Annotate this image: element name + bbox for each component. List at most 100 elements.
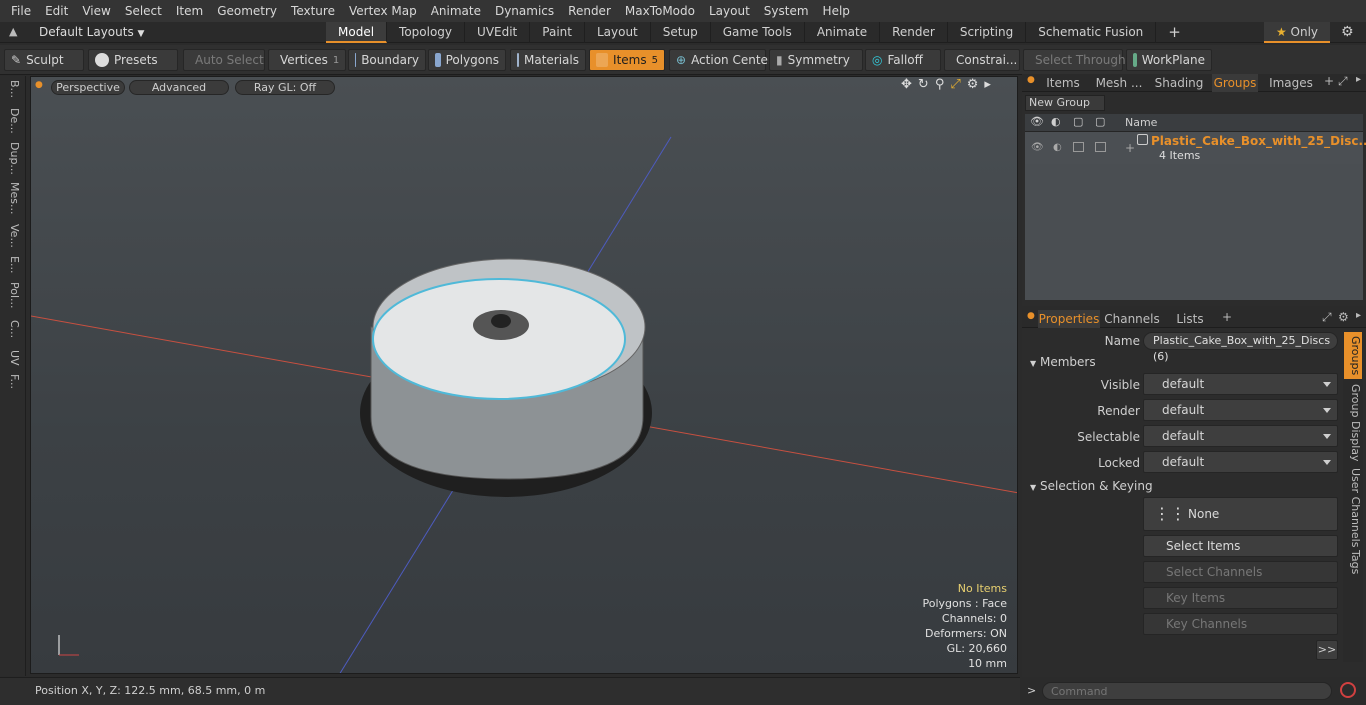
more-button[interactable]: >> bbox=[1316, 640, 1338, 660]
add-properties-tab-icon[interactable]: + bbox=[1222, 310, 1232, 324]
materials-button[interactable]: Materials bbox=[510, 49, 586, 71]
row-select-toggle[interactable] bbox=[1095, 142, 1106, 152]
tab-uvedit[interactable]: UVEdit bbox=[465, 22, 531, 43]
expand-properties-icon[interactable]: ⤢ bbox=[1322, 310, 1332, 325]
polygons-button[interactable]: Polygons bbox=[428, 49, 506, 71]
name-column-header[interactable]: Name bbox=[1125, 116, 1157, 129]
constraints-button[interactable]: Constrai... bbox=[944, 49, 1020, 71]
command-input[interactable] bbox=[1042, 682, 1332, 700]
side-tab-user-channels[interactable]: User Channels bbox=[1344, 468, 1362, 547]
properties-menu-icon[interactable]: ● bbox=[1027, 311, 1035, 321]
lock-column-icon[interactable]: ▢ bbox=[1073, 115, 1083, 128]
menu-view[interactable]: View bbox=[75, 4, 117, 18]
locked-dropdown[interactable]: default bbox=[1143, 451, 1338, 473]
menu-file[interactable]: File bbox=[4, 4, 38, 18]
row-render-icon[interactable]: ◐ bbox=[1053, 142, 1062, 153]
tab-schematic-fusion[interactable]: Schematic Fusion bbox=[1026, 22, 1157, 43]
record-icon[interactable] bbox=[1340, 682, 1356, 698]
items-button[interactable]: Items 5 bbox=[589, 49, 665, 71]
menu-render[interactable]: Render bbox=[561, 4, 618, 18]
properties-gear-icon[interactable]: ⚙ bbox=[1338, 310, 1349, 324]
menu-geometry[interactable]: Geometry bbox=[210, 4, 284, 18]
vertices-button[interactable]: Vertices 1 bbox=[268, 49, 346, 71]
render-dropdown[interactable]: default bbox=[1143, 399, 1338, 421]
tab-scripting[interactable]: Scripting bbox=[948, 22, 1027, 43]
only-toggle[interactable]: ★ Only bbox=[1264, 22, 1330, 43]
row-visibility-icon[interactable]: 👁 bbox=[1031, 142, 1044, 153]
tab-images[interactable]: Images bbox=[1262, 74, 1320, 92]
tab-animate[interactable]: Animate bbox=[805, 22, 881, 43]
tab-setup[interactable]: Setup bbox=[651, 22, 711, 43]
expand-panel-icon[interactable]: ⤢ bbox=[1338, 74, 1348, 89]
left-tab-mesh[interactable]: Mes... bbox=[3, 182, 21, 214]
select-column-icon[interactable]: ▢ bbox=[1095, 115, 1105, 128]
select-through-button[interactable]: Select Through bbox=[1023, 49, 1126, 71]
key-items-button[interactable]: Key Items bbox=[1143, 587, 1338, 609]
tab-groups[interactable]: Groups bbox=[1212, 74, 1258, 92]
properties-arrow-icon[interactable]: ▸ bbox=[1356, 310, 1361, 321]
side-tab-groups[interactable]: Groups bbox=[1344, 332, 1362, 380]
new-group-button[interactable]: New Group bbox=[1025, 95, 1105, 111]
members-section[interactable]: ▼ Members bbox=[1030, 355, 1096, 369]
left-tab-fusion[interactable]: F... bbox=[3, 374, 21, 389]
panel-arrow-icon[interactable]: ▸ bbox=[1356, 74, 1361, 85]
add-panel-tab-icon[interactable]: + bbox=[1324, 74, 1334, 88]
select-items-button[interactable]: Select Items bbox=[1143, 535, 1338, 557]
expand-row-icon[interactable]: + bbox=[1125, 141, 1135, 155]
side-tab-group-display[interactable]: Group Display bbox=[1344, 384, 1362, 462]
menu-edit[interactable]: Edit bbox=[38, 4, 75, 18]
render-column-icon[interactable]: ◐ bbox=[1051, 115, 1061, 128]
3d-viewport[interactable]: ● Perspective Advanced Ray GL: Off ✥ ↻ ⚲… bbox=[30, 76, 1018, 674]
symmetry-button[interactable]: ▮ Symmetry bbox=[769, 49, 863, 71]
menu-system[interactable]: System bbox=[757, 4, 816, 18]
left-tab-edge[interactable]: E... bbox=[3, 256, 21, 273]
visible-dropdown[interactable]: default bbox=[1143, 373, 1338, 395]
side-tab-tags[interactable]: Tags bbox=[1344, 550, 1362, 574]
action-center-button[interactable]: ⊕ Action Center bbox=[669, 49, 773, 71]
key-channels-button[interactable]: Key Channels bbox=[1143, 613, 1338, 635]
left-tab-uv[interactable]: UV bbox=[3, 350, 21, 366]
add-tab-button[interactable]: + bbox=[1156, 22, 1193, 43]
selectable-dropdown[interactable]: default bbox=[1143, 425, 1338, 447]
workplane-button[interactable]: WorkPlane bbox=[1126, 49, 1212, 71]
menu-select[interactable]: Select bbox=[118, 4, 169, 18]
row-lock-toggle[interactable] bbox=[1073, 142, 1084, 152]
tab-game-tools[interactable]: Game Tools bbox=[711, 22, 805, 43]
tab-layout[interactable]: Layout bbox=[585, 22, 651, 43]
sculpt-button[interactable]: ✎ Sculpt bbox=[4, 49, 84, 71]
name-field[interactable]: Plastic_Cake_Box_with_25_Discs (6) bbox=[1143, 332, 1338, 363]
falloff-button[interactable]: ◎ Falloff bbox=[865, 49, 941, 71]
left-tab-basic[interactable]: B... bbox=[3, 80, 21, 98]
menu-vertex-map[interactable]: Vertex Map bbox=[342, 4, 424, 18]
visibility-column-icon[interactable]: 👁 bbox=[1030, 115, 1044, 128]
tab-model[interactable]: Model bbox=[326, 22, 388, 43]
tab-lists[interactable]: Lists bbox=[1164, 310, 1216, 328]
menu-texture[interactable]: Texture bbox=[284, 4, 342, 18]
tab-properties[interactable]: Properties bbox=[1038, 310, 1100, 328]
tab-channels[interactable]: Channels bbox=[1104, 310, 1160, 328]
left-tab-deform[interactable]: De... bbox=[3, 108, 21, 134]
presets-button[interactable]: Presets bbox=[88, 49, 178, 71]
menu-layout[interactable]: Layout bbox=[702, 4, 757, 18]
collapse-icon[interactable]: ▲ bbox=[9, 25, 17, 38]
tab-paint[interactable]: Paint bbox=[530, 22, 585, 43]
menu-help[interactable]: Help bbox=[816, 4, 857, 18]
auto-select-button[interactable]: Auto Select bbox=[183, 49, 265, 71]
tab-mesh[interactable]: Mesh ... bbox=[1092, 74, 1146, 92]
left-tab-curve[interactable]: C... bbox=[3, 320, 21, 338]
panel-menu-icon[interactable]: ● bbox=[1027, 75, 1035, 85]
none-button[interactable]: ⋮⋮ None bbox=[1143, 497, 1338, 531]
menu-maxtomodo[interactable]: MaxToModo bbox=[618, 4, 702, 18]
tab-shading[interactable]: Shading bbox=[1150, 74, 1208, 92]
select-channels-button[interactable]: Select Channels bbox=[1143, 561, 1338, 583]
menu-dynamics[interactable]: Dynamics bbox=[488, 4, 561, 18]
tab-items[interactable]: Items bbox=[1038, 74, 1088, 92]
group-row[interactable]: 👁 ◐ + Plastic_Cake_Box_with_25_Disc... 4… bbox=[1025, 132, 1366, 164]
selection-keying-section[interactable]: ▼ Selection & Keying bbox=[1030, 479, 1153, 493]
layouts-dropdown[interactable]: Default Layouts ▼ bbox=[39, 25, 144, 39]
menu-animate[interactable]: Animate bbox=[424, 4, 488, 18]
menu-item[interactable]: Item bbox=[169, 4, 210, 18]
boundary-button[interactable]: Boundary bbox=[348, 49, 426, 71]
tab-render[interactable]: Render bbox=[880, 22, 948, 43]
left-tab-vertex[interactable]: Ve... bbox=[3, 224, 21, 248]
